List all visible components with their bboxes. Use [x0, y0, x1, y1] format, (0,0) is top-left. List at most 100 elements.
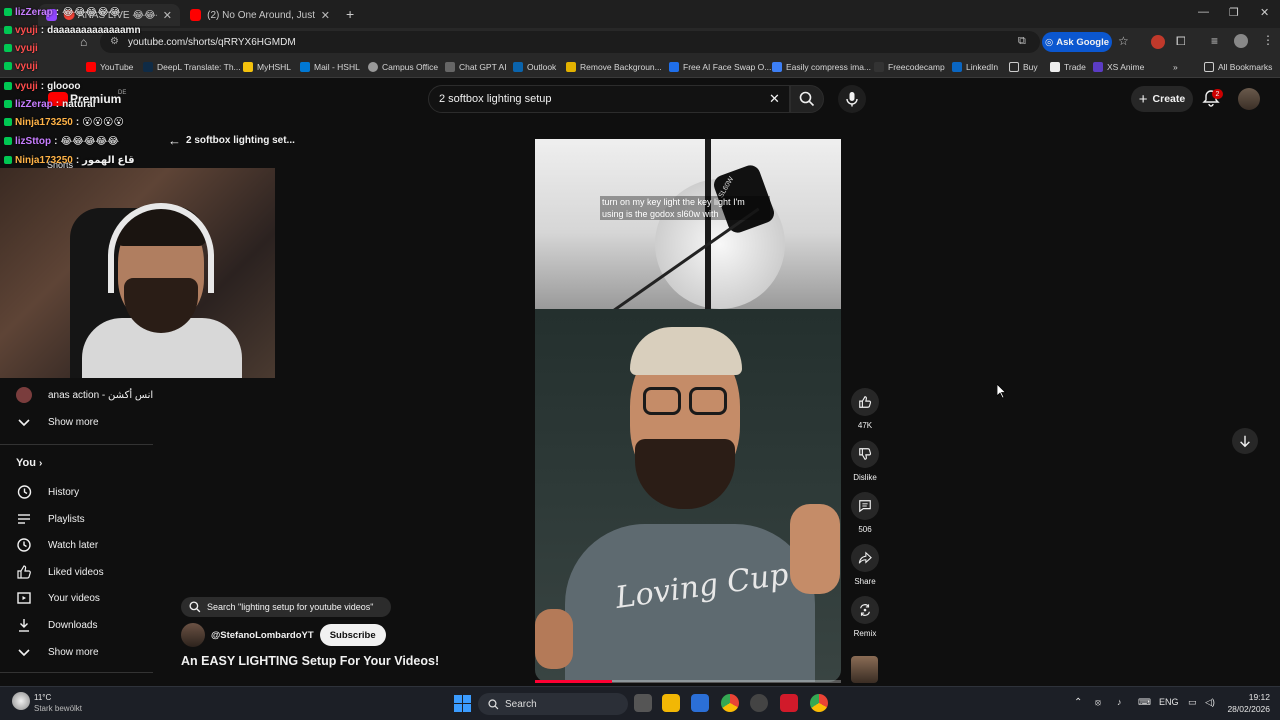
maximize-button[interactable]: ❐	[1229, 6, 1239, 19]
share-icon	[858, 551, 872, 564]
opera-icon[interactable]	[780, 694, 798, 712]
bookmark-youtube[interactable]: YouTube	[86, 60, 133, 74]
new-tab-button[interactable]: +	[346, 6, 354, 22]
breadcrumb[interactable]: 2 softbox lighting set...	[186, 135, 295, 146]
bookmark-outlook[interactable]: Outlook	[513, 60, 556, 74]
sidebar-show-more-subs[interactable]: Show more	[16, 412, 99, 432]
language-indicator[interactable]: ENG	[1159, 697, 1179, 707]
keyboard-icon[interactable]: ⌨	[1138, 697, 1151, 708]
close-tab-icon[interactable]: ✕	[163, 9, 172, 22]
sidebar-item-history[interactable]: History	[16, 482, 79, 502]
short-video-presenter[interactable]: Loving Cup	[535, 309, 841, 682]
comment-icon	[859, 500, 871, 513]
sidebar-you-header[interactable]: You ›	[16, 457, 42, 469]
clock-time[interactable]: 19:12	[1226, 692, 1270, 702]
search-icon	[799, 91, 815, 107]
account-avatar[interactable]	[1238, 88, 1260, 110]
tray-overflow-icon[interactable]: ⌃	[1074, 697, 1082, 708]
bookmark-deepl[interactable]: DeepL Translate: Th...	[143, 60, 241, 74]
clock-icon	[17, 538, 31, 552]
channel-name[interactable]: @StefanoLombardoYT	[211, 630, 314, 641]
star-icon[interactable]: ☆	[1118, 34, 1129, 48]
voice-search-button[interactable]	[838, 85, 866, 113]
url-input[interactable]: ⚙ youtube.com/shorts/qRRYX6HGMDM	[100, 31, 1040, 53]
search-input[interactable]: 2 softbox lighting setup ✕	[428, 85, 790, 113]
remix-button[interactable]	[851, 596, 879, 624]
create-button[interactable]: + Create	[1131, 86, 1193, 112]
badge-icon	[4, 100, 12, 108]
sidebar-item-watch-later[interactable]: Watch later	[16, 535, 98, 555]
clock-date[interactable]: 28/02/2026	[1220, 704, 1270, 714]
share-button[interactable]	[851, 544, 879, 572]
bookmark-chatgpt[interactable]: Chat GPT AI	[445, 60, 507, 74]
menu-dots-icon[interactable]: ⋮	[1262, 33, 1274, 47]
channel-avatar[interactable]	[181, 623, 205, 647]
bookmark-face-swap[interactable]: Free AI Face Swap O...	[669, 60, 771, 74]
bookmark-trade[interactable]: Trade	[1050, 60, 1086, 74]
weather-cloud-icon[interactable]	[12, 692, 30, 710]
bookmark-compress[interactable]: Easily compress ima...	[772, 60, 871, 74]
comments-button[interactable]	[851, 492, 879, 520]
chevron-down-icon	[18, 419, 30, 427]
chat-message: Ninja173250: 😮😮😮😮	[4, 115, 124, 129]
clear-search-icon[interactable]: ✕	[769, 91, 780, 107]
taskbar-search[interactable]: Search	[478, 693, 628, 715]
microphone-tray-icon[interactable]: ♪	[1117, 697, 1122, 707]
badge-icon	[4, 156, 12, 164]
all-bookmarks[interactable]: All Bookmarks	[1204, 60, 1272, 74]
site-info-icon[interactable]: ⚙	[110, 36, 119, 47]
next-short-button[interactable]	[1232, 428, 1258, 454]
profile-avatar[interactable]	[1234, 34, 1248, 48]
network-icon[interactable]: ⦻	[1095, 697, 1101, 708]
remix-icon	[860, 604, 870, 616]
windows-start-icon[interactable]	[454, 695, 471, 712]
cast-icon[interactable]: ⧉	[1018, 35, 1026, 48]
bookmark-freecodecamp[interactable]: Freecodecamp	[874, 60, 945, 74]
display-icon[interactable]: ▭	[1188, 697, 1197, 708]
media-icon[interactable]: ≡	[1211, 34, 1218, 48]
audio-source-thumbnail[interactable]	[851, 656, 878, 683]
volume-icon[interactable]: ◁)	[1205, 697, 1215, 708]
close-tab-icon[interactable]: ✕	[321, 9, 330, 22]
bookmark-buy[interactable]: Buy	[1009, 60, 1038, 74]
bookmark-myhshl[interactable]: MyHSHL	[243, 60, 291, 74]
chrome-icon[interactable]	[721, 694, 739, 712]
task-view-icon[interactable]	[634, 694, 652, 712]
bookmarks-overflow-icon[interactable]: »	[1173, 60, 1178, 74]
sidebar-item-your-videos[interactable]: Your videos	[16, 588, 100, 608]
puzzle-icon[interactable]: ⧠	[1176, 34, 1186, 49]
related-search-chip[interactable]: Search "lighting setup for youtube video…	[181, 597, 391, 617]
bookmark-xs-anime[interactable]: XS Anime	[1093, 60, 1144, 74]
extension-icon[interactable]	[1151, 35, 1165, 49]
bookmark-linkedin[interactable]: LinkedIn	[952, 60, 998, 74]
sidebar-subscription-anas[interactable]: anas action - انس أكشن	[16, 385, 153, 405]
sidebar-item-playlists[interactable]: Playlists	[16, 509, 85, 529]
close-window-button[interactable]: ✕	[1260, 6, 1269, 19]
ask-google-button[interactable]: ◎ Ask Google	[1042, 32, 1112, 52]
weather-temp[interactable]: 11°C	[34, 693, 51, 702]
bookmark-mail-hshl[interactable]: Mail - HSHL	[300, 60, 360, 74]
dislike-button[interactable]	[851, 440, 879, 468]
bookmark-campus-office[interactable]: Campus Office	[368, 60, 438, 74]
back-arrow-icon[interactable]: ←	[168, 133, 181, 148]
tab-youtube-short[interactable]: (2) No One Around, Just Me - 3 ✕	[182, 4, 338, 26]
microphone-icon	[846, 92, 858, 107]
sidebar-item-downloads[interactable]: Downloads	[16, 615, 97, 635]
like-button[interactable]	[851, 388, 879, 416]
short-video-top-scene[interactable]: SL60W	[535, 139, 841, 309]
lens-icon: ◎	[1044, 36, 1054, 48]
sidebar-item-liked-videos[interactable]: Liked videos	[16, 562, 104, 582]
playlists-icon	[18, 514, 30, 524]
streamer-webcam	[0, 168, 275, 378]
subscribe-button[interactable]: Subscribe	[319, 624, 386, 646]
chrome-profile-icon[interactable]	[810, 694, 828, 712]
sidebar-show-more[interactable]: Show more	[16, 642, 99, 662]
bookmark-remove-bg[interactable]: Remove Backgroun...	[566, 60, 662, 74]
store-icon[interactable]	[691, 694, 709, 712]
short-title[interactable]: An EASY LIGHTING Setup For Your Videos!	[181, 654, 439, 668]
obs-icon[interactable]	[750, 694, 768, 712]
home-icon[interactable]: ⌂	[80, 35, 87, 49]
search-button[interactable]	[790, 85, 824, 113]
minimize-button[interactable]: —	[1198, 6, 1209, 18]
file-explorer-icon[interactable]	[662, 694, 680, 712]
